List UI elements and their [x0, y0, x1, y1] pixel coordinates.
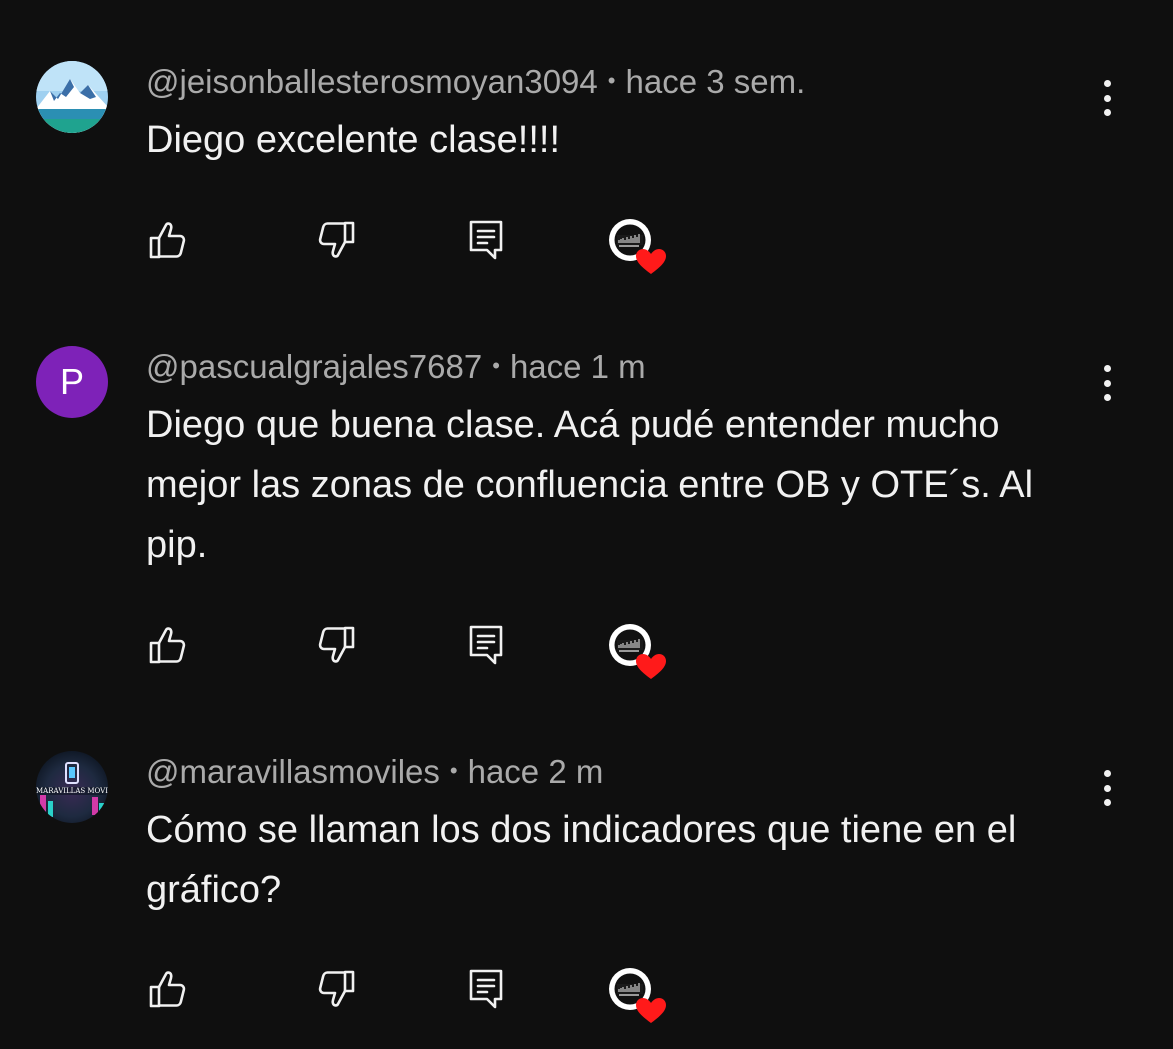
comment-text: Diego excelente clase!!!!: [146, 119, 561, 161]
reply-comment-icon: [462, 965, 510, 1013]
creator-heart-badge: [604, 965, 670, 1025]
like-button[interactable]: [144, 965, 192, 1013]
comment-author-handle[interactable]: @maravillasmoviles: [146, 753, 440, 790]
reply-comment-icon: [462, 216, 510, 264]
creator-heart-badge: [604, 216, 670, 276]
like-button[interactable]: [144, 216, 192, 264]
comment-action-bar: [0, 965, 1173, 1025]
creator-heart-icon: [604, 216, 670, 276]
user-avatar[interactable]: MARAVILLAS MOVILES: [36, 751, 108, 823]
meta-separator: •: [607, 68, 616, 94]
thumbs-up-icon: [144, 216, 192, 264]
thumbs-down-icon: [312, 216, 360, 264]
creator-heart-icon: [604, 621, 670, 681]
comment-text: Diego que buena clase. Acá pudé entender…: [146, 404, 1034, 566]
comment-timestamp[interactable]: hace 1 m: [510, 348, 646, 385]
comment-timestamp[interactable]: hace 3 sem.: [625, 63, 805, 100]
thumbs-up-icon: [144, 965, 192, 1013]
reply-comment-icon: [462, 621, 510, 669]
comment-text: Cómo se llaman los dos indicadores que t…: [146, 809, 1017, 911]
meta-separator: •: [449, 758, 458, 784]
thumbs-down-icon: [312, 965, 360, 1013]
avatar-letter: P: [59, 361, 84, 402]
like-button[interactable]: [144, 621, 192, 669]
meta-separator: •: [492, 353, 500, 379]
comment-action-bar: [0, 216, 1173, 276]
creator-heart-icon: [604, 965, 670, 1025]
user-avatar[interactable]: P: [36, 346, 108, 418]
avatar-logo-text: MARAVILLAS MOVILES: [36, 787, 108, 795]
reply-button[interactable]: [462, 621, 510, 669]
comment-meta: @jeisonballesterosmoyan3094 • hace 3 sem.: [146, 62, 805, 104]
comment-action-bar: [0, 621, 1173, 681]
reply-button[interactable]: [462, 216, 510, 264]
more-vertical-icon[interactable]: [1090, 361, 1124, 405]
comment-author-handle[interactable]: @pascualgrajales7687: [146, 348, 482, 385]
dislike-button[interactable]: [312, 621, 360, 669]
creator-heart-badge: [604, 621, 670, 681]
comment-meta: @maravillasmoviles • hace 2 m: [146, 752, 603, 794]
user-avatar[interactable]: [36, 61, 108, 133]
mountain-landscape-avatar-icon: [36, 61, 108, 133]
reply-button[interactable]: [462, 965, 510, 1013]
comment-meta: @pascualgrajales7687 • hace 1 m: [146, 347, 646, 389]
dislike-button[interactable]: [312, 216, 360, 264]
thumbs-up-icon: [144, 621, 192, 669]
comment-timestamp[interactable]: hace 2 m: [468, 753, 604, 790]
comment-author-handle[interactable]: @jeisonballesterosmoyan3094: [146, 63, 598, 100]
thumbs-down-icon: [312, 621, 360, 669]
dislike-button[interactable]: [312, 965, 360, 1013]
